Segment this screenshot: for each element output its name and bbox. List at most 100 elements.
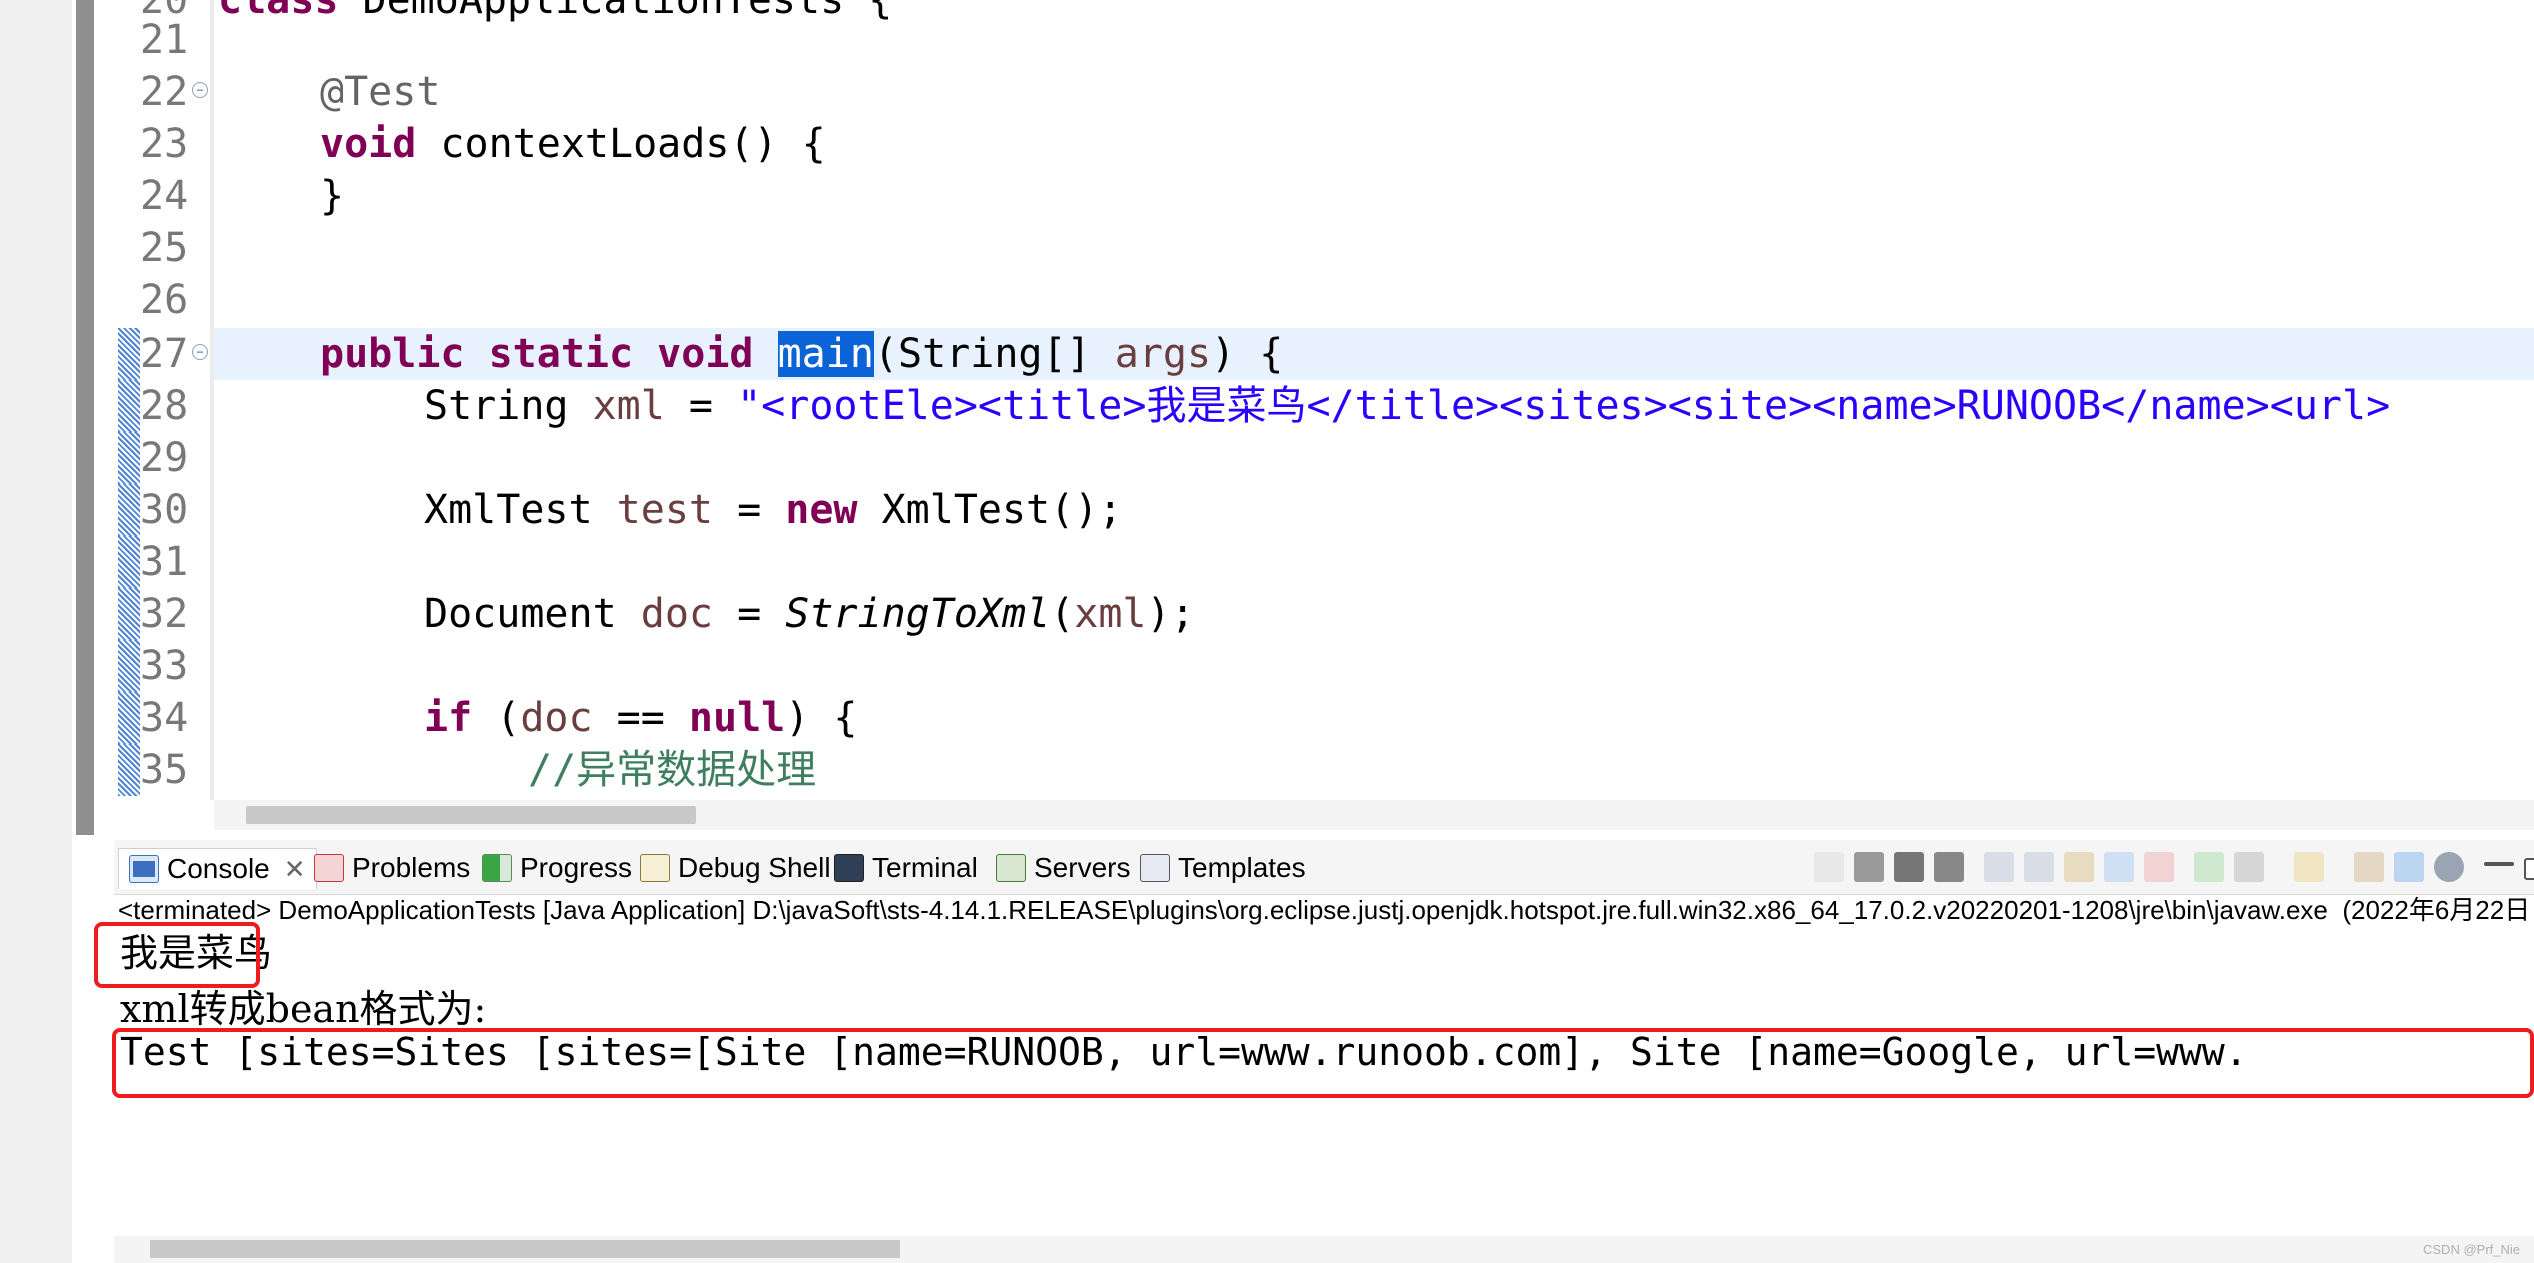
code-text: (String[] xyxy=(873,331,1115,377)
code-text: = xyxy=(713,591,786,637)
tab-console[interactable]: Console ✕ xyxy=(118,848,317,889)
left-sash[interactable] xyxy=(76,0,94,835)
code-text: XmlTest xyxy=(424,487,617,533)
line-number: 31 xyxy=(140,539,189,585)
line-number: 24 xyxy=(140,173,189,219)
variable-token: xml xyxy=(592,383,665,429)
line-number: 25 xyxy=(140,225,189,271)
code-line[interactable]: Document doc = StringToXml(xml); xyxy=(424,588,1195,640)
console-output-line: xml转成bean格式为: xyxy=(120,987,487,1031)
pin-console-icon[interactable] xyxy=(1814,852,1844,882)
tab-terminal[interactable]: Terminal xyxy=(834,848,978,888)
line-number: 34 xyxy=(140,695,189,741)
code-line[interactable]: //异常数据处理 xyxy=(528,744,816,796)
close-icon[interactable]: ✕ xyxy=(284,854,306,885)
console-scroll-thumb[interactable] xyxy=(150,1240,900,1258)
line-number: 28 xyxy=(140,383,189,429)
code-text: ); xyxy=(1146,591,1195,637)
tab-servers[interactable]: Servers xyxy=(996,848,1130,888)
code-text: String xyxy=(424,383,593,429)
console-icon xyxy=(129,855,159,883)
code-line[interactable]: if (doc == null) { xyxy=(424,692,858,744)
pin-icon[interactable] xyxy=(2194,852,2224,882)
keyword-token: if xyxy=(424,695,473,741)
annotation-token: @Test xyxy=(320,69,441,115)
change-marker xyxy=(118,484,140,536)
tab-problems[interactable]: Problems xyxy=(314,848,470,888)
change-marker xyxy=(118,328,140,380)
line-number: 21 xyxy=(140,17,189,63)
variable-token: test xyxy=(616,487,713,533)
open-console-icon[interactable] xyxy=(2294,852,2324,882)
tab-progress[interactable]: Progress xyxy=(482,848,632,888)
method-call-token: StringToXml xyxy=(785,591,1051,637)
terminate-icon[interactable] xyxy=(1854,852,1884,882)
tab-label: Terminal xyxy=(872,852,978,883)
keyword-token: public static void xyxy=(320,331,754,377)
console-status-line: <terminated> DemoApplicationTests [Java … xyxy=(118,895,2534,925)
line-number: 23 xyxy=(140,121,189,167)
editor-scroll-thumb[interactable] xyxy=(246,806,696,824)
copy-icon[interactable] xyxy=(2354,852,2384,882)
change-marker xyxy=(118,380,140,432)
keyword-token: void xyxy=(320,121,417,167)
change-marker xyxy=(118,692,140,744)
change-marker xyxy=(118,640,140,692)
code-line[interactable]: XmlTest test = new XmlTest(); xyxy=(424,484,1122,536)
tab-debug-shell[interactable]: Debug Shell xyxy=(640,848,831,888)
tab-label: Progress xyxy=(520,852,633,883)
templates-icon xyxy=(1140,854,1170,882)
code-line[interactable]: @Test xyxy=(320,66,440,118)
change-marker xyxy=(118,744,140,796)
minimize-icon[interactable] xyxy=(2484,862,2514,866)
code-line[interactable]: public static void main(String[] args) { xyxy=(320,328,1283,380)
code-line[interactable]: void contextLoads() { xyxy=(320,118,826,170)
view-tab-bar: Console ✕ Problems Progress Debug Shell … xyxy=(114,840,2534,895)
code-line[interactable]: } xyxy=(320,170,344,222)
maximize-icon[interactable] xyxy=(2524,858,2534,880)
variable-token: doc xyxy=(520,695,593,741)
code-line[interactable]: String xml = "<rootEle><title>我是菜鸟</titl… xyxy=(424,380,2390,432)
change-marker xyxy=(118,536,140,588)
fold-toggle-icon[interactable]: − xyxy=(192,344,208,360)
class-name: DemoApplicationTests { xyxy=(362,0,893,23)
show-on-stdout-icon[interactable] xyxy=(2104,852,2134,882)
problems-icon xyxy=(314,854,344,882)
variable-token: xml xyxy=(1074,591,1147,637)
selected-text: main xyxy=(777,331,874,377)
clear-console-icon[interactable] xyxy=(1984,852,2014,882)
tab-label: Debug Shell xyxy=(678,852,831,883)
progress-icon xyxy=(482,854,512,882)
keyword-token: null xyxy=(688,695,786,741)
remove-all-terminated-icon[interactable] xyxy=(1934,852,1964,882)
gear-icon[interactable] xyxy=(2434,852,2464,882)
fold-toggle-icon[interactable]: − xyxy=(192,82,208,98)
code-text: = xyxy=(712,487,786,533)
code-text: } xyxy=(320,173,345,219)
watermark: CSDN @Prf_Nie xyxy=(2423,1242,2520,1257)
code-text: ( xyxy=(472,695,521,741)
tab-label: Console xyxy=(167,853,270,884)
gutter-ruler xyxy=(210,0,214,800)
variable-token: doc xyxy=(640,591,713,637)
change-marker xyxy=(118,588,140,640)
code-editor[interactable]: 20 class DemoApplicationTests { 21 22 − … xyxy=(114,0,2534,800)
tab-label: Servers xyxy=(1034,852,1131,883)
remove-launch-icon[interactable] xyxy=(1894,852,1924,882)
show-on-stderr-icon[interactable] xyxy=(2144,852,2174,882)
search-console-icon[interactable] xyxy=(2394,852,2424,882)
code-text: ) { xyxy=(1211,331,1284,377)
keyword-token: new xyxy=(785,487,858,533)
tab-label: Templates xyxy=(1178,852,1306,883)
comment-token: //异常数据处理 xyxy=(528,747,817,793)
variable-token: args xyxy=(1114,331,1212,377)
debug-shell-icon xyxy=(640,854,670,882)
scroll-lock-icon[interactable] xyxy=(2024,852,2054,882)
code-text: ( xyxy=(1050,591,1075,637)
display-console-icon[interactable] xyxy=(2234,852,2264,882)
code-text: Document xyxy=(424,591,641,637)
tab-templates[interactable]: Templates xyxy=(1140,848,1306,888)
highlight-box xyxy=(112,1028,2534,1098)
line-number: 30 xyxy=(140,487,189,533)
word-wrap-icon[interactable] xyxy=(2064,852,2094,882)
